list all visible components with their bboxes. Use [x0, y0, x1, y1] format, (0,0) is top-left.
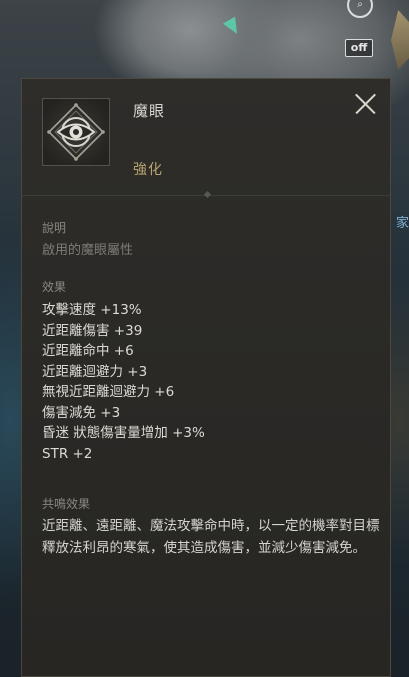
- resonance-text: 近距離、遠距離、魔法攻擊命中時，以一定的機率對目標釋放法利昂的寒氣，使其造成傷害…: [42, 518, 380, 556]
- resonance-title: 共鳴效果: [42, 497, 91, 511]
- tooltip-header: 魔眼 強化: [22, 79, 390, 199]
- close-icon[interactable]: [350, 89, 380, 119]
- effects-title: 效果: [42, 280, 67, 294]
- description-title: 說明: [42, 221, 67, 235]
- effect-item: 近距離傷害 +39: [42, 322, 143, 339]
- description-text: 啟用的魔眼屬性: [42, 243, 134, 258]
- side-label: 家: [395, 216, 409, 231]
- eye-emblem-icon: [47, 103, 105, 161]
- effect-item: 無視近距離迴避力 +6: [42, 384, 175, 400]
- toggle-off-button[interactable]: off: [345, 39, 373, 57]
- effect-item: 攻擊速度 +13%: [42, 302, 142, 318]
- item-name: 魔眼: [133, 102, 166, 120]
- item-icon-frame: [42, 98, 110, 166]
- divider-ornament: [203, 190, 212, 199]
- effect-item: 昏迷 狀態傷害量增加 +3%: [42, 425, 205, 441]
- effect-item: STR +2: [42, 445, 93, 462]
- effects-list: 攻擊速度 +13% 近距離傷害 +39 近距離命中 +6 近距離迴避力 +3 無…: [42, 300, 205, 464]
- effect-item: 傷害減免 +3: [42, 404, 121, 421]
- effect-item: 近距離迴避力 +3: [42, 363, 148, 380]
- item-type: 強化: [133, 162, 163, 178]
- item-tooltip-panel: 魔眼 強化 說明 啟用的魔眼屬性 效果 攻擊速度 +13% 近距離傷害 +39 …: [21, 78, 391, 677]
- effect-item: 近距離命中 +6: [42, 343, 134, 359]
